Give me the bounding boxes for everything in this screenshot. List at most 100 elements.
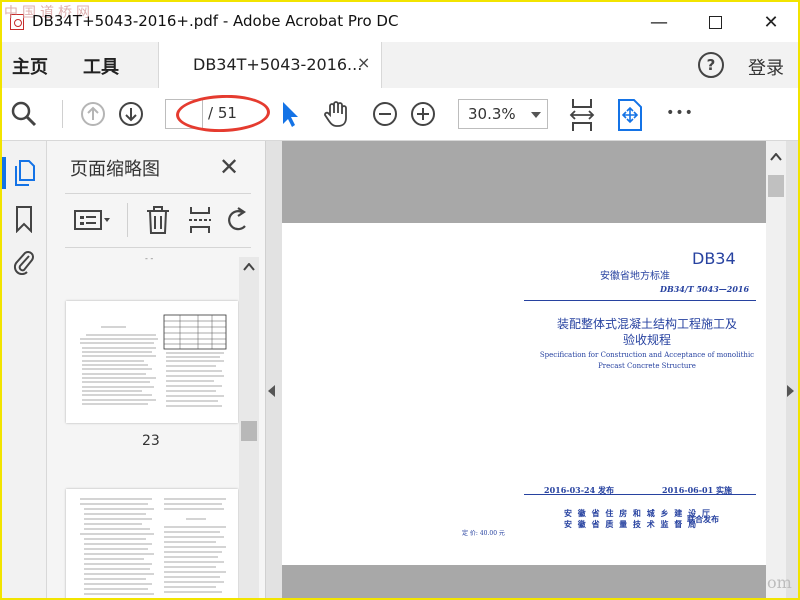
- joint-release: 联合发布: [687, 514, 719, 524]
- page-thumbnail[interactable]: [66, 489, 238, 598]
- english-title-line-1: Specification for Construction and Accep…: [539, 351, 755, 359]
- fit-width-button[interactable]: [566, 96, 598, 134]
- chevron-down-icon: [531, 112, 541, 118]
- toolbar-divider: [62, 100, 63, 128]
- fit-width-icon: [569, 99, 595, 131]
- doc-scroll-up-button[interactable]: [766, 149, 786, 165]
- footer-rule: [524, 494, 756, 495]
- menu-bar: 主页 工具 DB34T+5043-2016... × ? 登录: [2, 42, 798, 89]
- minimize-button[interactable]: —: [634, 2, 684, 42]
- pane-divider: [65, 193, 251, 194]
- document-scrollbar[interactable]: [766, 141, 786, 598]
- page-number-input[interactable]: [165, 99, 203, 129]
- price: 定 价: 40.00 元: [462, 530, 505, 537]
- english-title-line-2: Precast Concrete Structure: [598, 362, 696, 370]
- standard-code: DB34: [692, 249, 736, 268]
- thumbnails-pane: 页面缩略图 ✕ - - 23: [47, 141, 266, 598]
- page-thumbnail[interactable]: [66, 301, 238, 423]
- select-tool-button[interactable]: [274, 97, 304, 131]
- thumbnail-page-number: 23: [142, 433, 160, 449]
- previous-page-button[interactable]: [78, 99, 108, 129]
- zoom-in-button[interactable]: [408, 99, 438, 129]
- zoom-in-icon: [411, 102, 435, 126]
- page-total: / 51: [208, 104, 237, 122]
- thumbnails-pane-title: 页面缩略图: [70, 159, 160, 180]
- bookmark-icon: [16, 206, 32, 233]
- zoom-value: 30.3%: [468, 105, 516, 123]
- insert-pages-icon: [189, 207, 211, 233]
- navigation-rail: [2, 141, 47, 598]
- more-tools-button[interactable]: •••: [664, 100, 696, 126]
- title-line-2: 验收规程: [622, 333, 671, 347]
- corner-watermark-text: om: [767, 573, 792, 592]
- close-window-button[interactable]: ✕: [746, 2, 796, 42]
- fit-page-button[interactable]: [614, 96, 646, 134]
- page-gap-bottom: [282, 565, 766, 598]
- thumbnails-scrollbar[interactable]: [239, 257, 259, 598]
- pane-toolbar-divider: [127, 203, 128, 237]
- collapse-left-pane-icon[interactable]: [268, 385, 275, 397]
- cursor-icon: [283, 102, 298, 127]
- next-page-button[interactable]: [116, 99, 146, 129]
- previous-thumbnail-edge: - -: [145, 254, 154, 263]
- trash-icon: [147, 206, 169, 234]
- standard-number: DB34/T 5043—2016: [660, 284, 750, 294]
- document-title: 装配整体式混凝土结构工程施工及 验收规程: [532, 316, 762, 348]
- header-rule: [524, 300, 756, 301]
- hand-tool-button[interactable]: [320, 97, 354, 131]
- delete-pages-button[interactable]: [141, 203, 175, 237]
- document-tab[interactable]: DB34T+5043-2016... ×: [158, 42, 382, 89]
- chevron-up-icon: [770, 153, 782, 161]
- expand-right-pane-icon[interactable]: [787, 385, 794, 397]
- title-line-1: 装配整体式混凝土结构工程施工及: [556, 317, 737, 331]
- english-title: Specification for Construction and Accep…: [532, 350, 762, 372]
- arrow-down-circle-icon: [119, 102, 143, 126]
- rotate-icon: [228, 207, 246, 231]
- tab-close-button[interactable]: ×: [357, 53, 370, 72]
- search-icon: [11, 101, 37, 127]
- hand-icon: [324, 101, 347, 127]
- paperclip-icon: [13, 251, 34, 275]
- options-menu-button[interactable]: [73, 203, 113, 237]
- attachments-button[interactable]: [10, 245, 38, 277]
- window-title: DB34T+5043-2016+.pdf - Adobe Acrobat Pro…: [32, 12, 399, 30]
- options-menu-icon: [74, 210, 110, 230]
- help-icon[interactable]: ?: [698, 52, 724, 78]
- thumbnail-text-preview: [80, 498, 226, 595]
- arrow-up-circle-icon: [81, 102, 105, 126]
- scrollbar-thumb[interactable]: [241, 421, 257, 441]
- minimize-icon: —: [650, 11, 668, 33]
- page-thumbnails-button[interactable]: [10, 157, 38, 189]
- document-view: DB34 安徽省地方标准 DB34/T 5043—2016 装配整体式混凝土结构…: [266, 141, 798, 598]
- pane-divider-2: [65, 247, 251, 248]
- maximize-button[interactable]: [690, 2, 740, 42]
- login-button[interactable]: 登录: [748, 54, 784, 80]
- chevron-up-icon: [243, 263, 255, 271]
- rotate-pages-button[interactable]: [223, 203, 253, 237]
- zoom-out-icon: [373, 102, 397, 126]
- zoom-out-button[interactable]: [370, 99, 400, 129]
- app-window: 中国道桥网 DB34T+5043-2016+.pdf - Adobe Acrob…: [0, 0, 800, 600]
- document-tab-label: DB34T+5043-2016...: [193, 55, 363, 74]
- menu-home[interactable]: 主页: [12, 53, 48, 79]
- close-pane-button[interactable]: ✕: [219, 153, 239, 181]
- close-icon: ✕: [763, 11, 779, 33]
- more-icon: •••: [666, 105, 694, 121]
- pdf-page[interactable]: DB34 安徽省地方标准 DB34/T 5043—2016 装配整体式混凝土结构…: [282, 223, 766, 565]
- zoom-select[interactable]: 30.3%: [458, 99, 548, 129]
- thumbnail-text-preview: [80, 314, 227, 407]
- maximize-icon: [708, 15, 722, 29]
- scroll-up-button[interactable]: [239, 257, 259, 277]
- search-button[interactable]: [8, 99, 40, 129]
- page-gap: [282, 141, 766, 223]
- toolbar: / 51 30.3% •••: [2, 88, 798, 141]
- pages-icon: [15, 160, 35, 186]
- title-bar: 中国道桥网 DB34T+5043-2016+.pdf - Adobe Acrob…: [2, 2, 798, 42]
- standard-type: 安徽省地方标准: [600, 271, 670, 282]
- doc-scrollbar-thumb[interactable]: [768, 175, 784, 197]
- menu-tools[interactable]: 工具: [83, 53, 119, 79]
- insert-pages-button[interactable]: [183, 203, 217, 237]
- rail-selection-indicator: [2, 157, 6, 189]
- fit-page-icon: [618, 99, 642, 131]
- bookmarks-button[interactable]: [10, 203, 38, 235]
